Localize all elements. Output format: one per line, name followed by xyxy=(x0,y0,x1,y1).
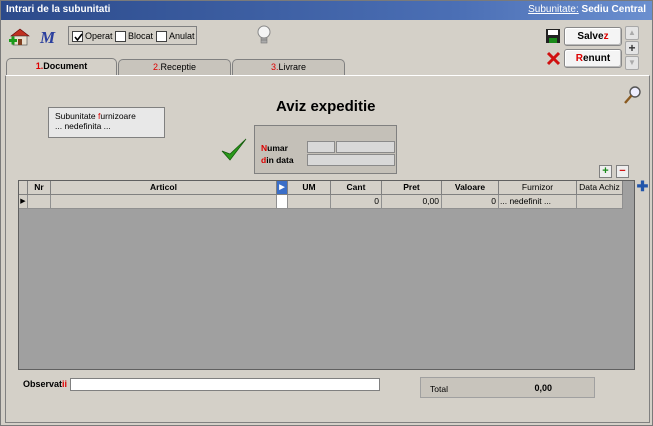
grid-header-cant[interactable]: Cant xyxy=(331,181,382,195)
grid-header-pret[interactable]: Pret xyxy=(382,181,442,195)
blocat-checkbox[interactable] xyxy=(115,31,126,42)
add-column-button[interactable]: ✚ xyxy=(636,179,649,194)
cancel-button[interactable]: Renunt xyxy=(564,49,622,68)
grid-header-furnizor[interactable]: Furnizor xyxy=(499,181,577,195)
cell-data-achiz[interactable] xyxy=(577,195,623,209)
checkmark-icon xyxy=(220,137,248,163)
scroll-down-button[interactable]: ▼ xyxy=(625,56,639,70)
search-icon[interactable] xyxy=(623,85,643,105)
numar-label: Numar xyxy=(261,143,288,153)
tab-receptie-label: Receptie xyxy=(160,62,197,72)
observatii-input[interactable] xyxy=(70,378,380,391)
tab-receptie[interactable]: 2.Receptie xyxy=(118,59,231,75)
grid-header-valoare[interactable]: Valoare xyxy=(442,181,499,195)
svg-text:M: M xyxy=(39,28,56,46)
grid-header-articol[interactable]: Articol xyxy=(51,181,277,195)
blocat-label: Blocat xyxy=(128,31,154,41)
anulat-checkbox[interactable] xyxy=(156,31,167,42)
data-label: din data xyxy=(261,155,294,165)
status-group: Operat Blocat Anulat xyxy=(68,26,197,45)
cell-valoare[interactable]: 0 xyxy=(442,195,499,209)
cell-um[interactable] xyxy=(288,195,331,209)
title-bar: Intrari de la subunitati Subunitate: Sed… xyxy=(1,1,652,20)
subunit-indicator[interactable]: Subunitate: Sediu Central xyxy=(528,4,646,15)
total-box: Total 0,00 xyxy=(420,377,595,398)
cell-furnizor[interactable]: ... nedefinit ... xyxy=(499,195,577,209)
number-field[interactable] xyxy=(336,141,395,153)
grid-header-um[interactable]: UM xyxy=(288,181,331,195)
subunit-label: Subunitate: xyxy=(528,4,579,15)
save-hotkey: z xyxy=(603,31,609,42)
document-number-box: Numar din data xyxy=(254,125,397,174)
document-heading: Aviz expeditie xyxy=(276,98,376,115)
operat-label: Operat xyxy=(85,31,113,41)
grid-header-selector xyxy=(19,181,28,195)
cancel-hotkey: R xyxy=(575,53,583,64)
tab-livrare-label: Livrare xyxy=(278,62,307,72)
add-side-button[interactable]: + xyxy=(625,41,639,55)
grid-header-data-achiz[interactable]: Data Achiz xyxy=(577,181,623,195)
grid-header-nr[interactable]: Nr xyxy=(28,181,51,195)
cell-nr[interactable] xyxy=(28,195,51,209)
row-selector[interactable]: ▶ xyxy=(19,195,28,209)
cancel-label: enunt xyxy=(583,53,611,64)
cell-expand xyxy=(277,195,288,209)
operat-checkbox[interactable] xyxy=(72,31,83,42)
cell-pret[interactable]: 0,00 xyxy=(382,195,442,209)
grid-header-expand[interactable]: ▶ xyxy=(277,181,288,195)
supplier-subunit-value: ... nedefinita ... xyxy=(55,121,111,131)
date-field[interactable] xyxy=(307,154,395,166)
cell-cant[interactable]: 0 xyxy=(331,195,382,209)
main-window: Intrari de la subunitati Subunitate: Sed… xyxy=(0,0,653,426)
window-title: Intrari de la subunitati xyxy=(6,4,111,15)
total-value: 0,00 xyxy=(534,383,552,393)
add-row-button[interactable]: + xyxy=(599,165,612,178)
series-field[interactable] xyxy=(307,141,335,153)
add-house-icon[interactable] xyxy=(9,26,34,47)
cancel-icon xyxy=(546,51,561,66)
tab-livrare-num: 3. xyxy=(270,62,279,72)
tab-document-label: Document xyxy=(43,61,88,71)
observatii-label: Observatii xyxy=(23,379,68,389)
lightbulb-icon[interactable] xyxy=(256,24,272,46)
save-button[interactable]: Salvez xyxy=(564,27,622,46)
script-m-icon[interactable]: M xyxy=(39,28,61,47)
cell-articol[interactable] xyxy=(51,195,277,209)
items-grid[interactable]: Nr Articol ▶ UM Cant Pret Valoare Furniz… xyxy=(18,180,635,370)
subunit-value: Sediu Central xyxy=(581,4,646,15)
save-icon xyxy=(545,28,561,44)
remove-row-button[interactable]: − xyxy=(616,165,629,178)
scroll-up-button[interactable]: ▲ xyxy=(625,26,639,40)
total-label: Total xyxy=(430,384,448,394)
save-label: Salve xyxy=(577,31,604,42)
tab-livrare[interactable]: 3.Livrare xyxy=(232,59,345,75)
supplier-subunit-title: Subunitate furnizoare xyxy=(55,111,136,121)
anulat-label: Anulat xyxy=(169,31,195,41)
supplier-subunit-selector[interactable]: Subunitate furnizoare ... nedefinita ... xyxy=(48,107,165,138)
tab-document[interactable]: 1.Document xyxy=(6,58,117,76)
